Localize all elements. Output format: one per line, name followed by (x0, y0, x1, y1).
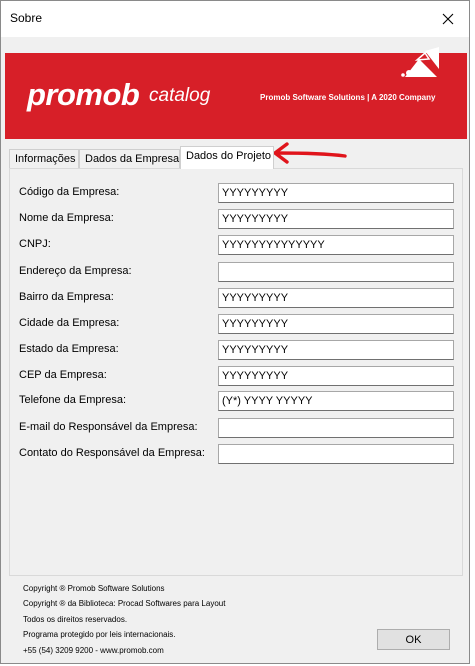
footer-line: +55 (54) 3209 9200 - www.promob.com (23, 645, 164, 655)
telefone-empresa-field[interactable]: (Y*) YYYY YYYYY (218, 391, 454, 411)
estado-empresa-field[interactable]: YYYYYYYYY (218, 340, 454, 360)
field-label: Contato do Responsável da Empresa: (19, 447, 205, 459)
about-dialog: Sobre promob catalog Promob Software Sol… (0, 0, 470, 664)
cnpj-field[interactable]: YYYYYYYYYYYYYY (218, 235, 454, 255)
endereco-empresa-field[interactable] (218, 262, 454, 282)
logo-promob: promob (27, 77, 140, 112)
field-label: CEP da Empresa: (19, 369, 107, 381)
tab-informacoes[interactable]: Informações (9, 149, 79, 168)
promob-mark-icon (401, 47, 439, 77)
tab-dados-empresa[interactable]: Dados da Empresa (79, 149, 180, 168)
field-label: E-mail do Responsável da Empresa: (19, 421, 198, 433)
field-label: Telefone da Empresa: (19, 394, 127, 406)
field-label: Bairro da Empresa: (19, 291, 114, 303)
company-tagline: Promob Software Solutions | A 2020 Compa… (260, 93, 436, 102)
logo-catalog: catalog (149, 85, 211, 106)
field-label: Código da Empresa: (19, 186, 120, 198)
cep-empresa-field[interactable]: YYYYYYYYY (218, 366, 454, 386)
contato-responsavel-field[interactable] (218, 444, 454, 464)
field-label: Nome da Empresa: (19, 212, 114, 224)
codigo-empresa-field[interactable]: YYYYYYYYY (218, 183, 454, 203)
email-responsavel-field[interactable] (218, 418, 454, 438)
field-label: CNPJ: (19, 238, 51, 250)
field-label: Endereço da Empresa: (19, 265, 132, 277)
window-title: Sobre (10, 11, 43, 25)
annotation-arrow-icon (273, 142, 347, 164)
tab-dados-projeto[interactable]: Dados do Projeto (180, 146, 274, 169)
ok-button[interactable]: OK (377, 629, 450, 650)
brand-banner: promob catalog Promob Software Solutions… (5, 47, 467, 139)
nome-empresa-field[interactable]: YYYYYYYYY (218, 209, 454, 229)
project-data-panel: Código da Empresa: YYYYYYYYY Nome da Emp… (9, 168, 463, 576)
footer-line: Copyright ® da Biblioteca: Procad Softwa… (23, 599, 226, 609)
cidade-empresa-field[interactable]: YYYYYYYYY (218, 314, 454, 334)
footer-line: Copyright ® Promob Software Solutions (23, 584, 165, 593)
footer-line: Todos os direitos reservados. (23, 614, 128, 624)
bairro-empresa-field[interactable]: YYYYYYYYY (218, 288, 454, 308)
footer-line: Programa protegido por leis internaciona… (23, 630, 176, 640)
copyright-footer: Copyright ® Promob Software Solutions Co… (23, 581, 225, 658)
field-label: Estado da Empresa: (19, 343, 119, 355)
field-label: Cidade da Empresa: (19, 317, 120, 329)
close-icon (442, 13, 454, 25)
